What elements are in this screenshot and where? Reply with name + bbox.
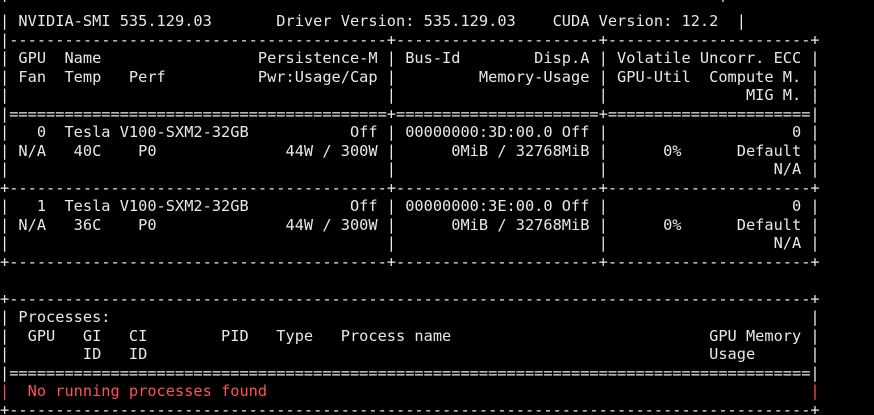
gpu-1-row-3: | | | N/A | — [0, 234, 820, 252]
gpu-0-row-1: | 0 Tesla V100-SXM2-32GB Off | 00000000:… — [0, 123, 820, 141]
gpu-table-bottom-border: +---------------------------------------… — [0, 253, 820, 271]
column-header-row-3: | | | MIG M. | — [0, 86, 820, 104]
column-header-row-2: | Fan Temp Perf Pwr:Usage/Cap | Memory-U… — [0, 68, 820, 86]
processes-header-row-1: | GPU GI CI PID Type Process name GPU Me… — [0, 327, 820, 345]
terminal-window[interactable]: +---------------------------------------… — [0, 0, 874, 415]
border-top: +---------------------------------------… — [0, 0, 728, 8]
header-double-separator: |=======================================… — [0, 105, 820, 123]
smi-version-header: | NVIDIA-SMI 535.129.03 Driver Version: … — [0, 12, 746, 30]
processes-top-border: +---------------------------------------… — [0, 290, 820, 308]
gpu-0-row-3: | | | N/A | — [0, 160, 820, 178]
no-processes-message: | No running processes found | — [0, 382, 820, 400]
processes-title: | Processes: | — [0, 308, 820, 326]
separator-columns: |---------------------------------------… — [0, 31, 820, 49]
gpu-separator: +---------------------------------------… — [0, 179, 820, 197]
column-header-row-1: | GPU Name Persistence-M | Bus-Id Disp.A… — [0, 49, 820, 67]
processes-header-row-2: | ID ID Usage | — [0, 345, 820, 363]
processes-bottom-border: +---------------------------------------… — [0, 401, 820, 415]
gpu-1-row-2: | N/A 36C P0 44W / 300W | 0MiB / 32768Mi… — [0, 216, 820, 234]
gpu-0-row-2: | N/A 40C P0 44W / 300W | 0MiB / 32768Mi… — [0, 142, 820, 160]
processes-double-separator: |=======================================… — [0, 364, 820, 382]
gpu-1-row-1: | 1 Tesla V100-SXM2-32GB Off | 00000000:… — [0, 197, 820, 215]
